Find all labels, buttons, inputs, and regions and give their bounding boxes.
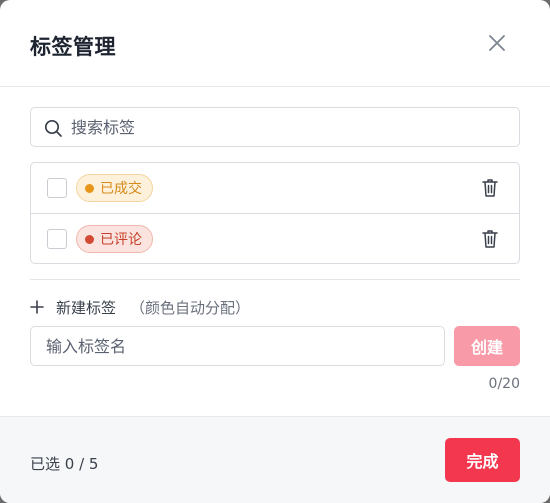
tag-pill: 已评论: [76, 225, 153, 253]
tag-label: 已评论: [100, 232, 142, 248]
new-tag-title: 新建标签: [56, 298, 117, 317]
search-input[interactable]: [71, 108, 511, 146]
delete-tag-button[interactable]: [480, 177, 500, 199]
tag-label: 已成交: [100, 181, 142, 197]
new-tag-heading: 新建标签 （颜色自动分配）: [30, 296, 250, 318]
tag-color-dot: [85, 183, 94, 193]
trash-icon: [482, 179, 498, 197]
tag-checkbox[interactable]: [47, 178, 67, 198]
done-button[interactable]: 完成: [445, 438, 520, 482]
create-button[interactable]: 创建: [454, 326, 520, 366]
close-button[interactable]: [484, 30, 510, 56]
dialog-title: 标签管理: [30, 35, 116, 59]
plus-icon: [30, 300, 44, 314]
tag-row: 已成交: [31, 163, 519, 213]
new-tag-hint: （颜色自动分配）: [130, 298, 251, 317]
char-counter: 0/20: [488, 376, 520, 392]
selected-count: 已选 0 / 5: [30, 455, 99, 473]
delete-tag-button[interactable]: [480, 228, 500, 250]
tag-row: 已评论: [31, 213, 519, 263]
tag-name-input[interactable]: [30, 326, 445, 366]
tag-pill: 已成交: [76, 174, 153, 202]
trash-icon: [482, 230, 498, 248]
section-divider: [30, 279, 520, 280]
close-icon: [489, 35, 505, 51]
dialog-footer: 已选 0 / 5 完成: [0, 416, 550, 503]
search-box: [30, 107, 520, 147]
tag-color-dot: [85, 234, 94, 244]
tag-checkbox[interactable]: [47, 229, 67, 249]
tag-list: 已成交 已评论: [30, 162, 520, 264]
search-icon: [44, 119, 62, 137]
tag-management-dialog: 标签管理 已成交: [0, 0, 550, 503]
dialog-header: 标签管理: [0, 0, 550, 87]
